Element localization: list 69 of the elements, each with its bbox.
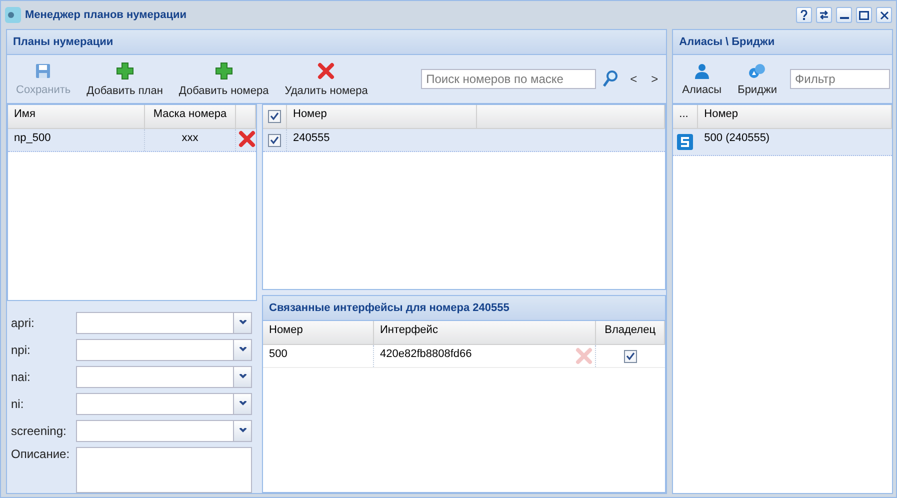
delete-icon bbox=[238, 130, 256, 148]
dropdown-field[interactable] bbox=[76, 312, 252, 334]
interface-row[interactable]: 500 420e82fb8808fd66 bbox=[263, 345, 666, 368]
panel-title: Связанные интерфейсы для номера 240555 bbox=[263, 296, 666, 321]
field-label: apri: bbox=[11, 316, 36, 330]
chevron-down-icon bbox=[238, 401, 246, 406]
field-label: nai: bbox=[11, 370, 32, 384]
checkbox[interactable] bbox=[268, 134, 281, 147]
checkbox[interactable] bbox=[268, 110, 281, 123]
dropdown-field[interactable] bbox=[76, 392, 252, 414]
column-header[interactable]: Интерфейс bbox=[374, 321, 596, 344]
plus-icon bbox=[116, 62, 134, 80]
dropdown-field[interactable] bbox=[76, 338, 252, 360]
column-header[interactable]: Номер bbox=[263, 321, 374, 344]
toolbar-button[interactable]: Алиасы bbox=[675, 58, 729, 100]
pager-button[interactable]: > bbox=[645, 70, 664, 88]
chevron-down-icon bbox=[238, 347, 246, 352]
dropdown-field[interactable] bbox=[76, 366, 252, 388]
column-header[interactable]: ... bbox=[673, 105, 698, 128]
field-label: npi: bbox=[11, 342, 32, 356]
table-cell: 420e82fb8808fd66 bbox=[380, 347, 472, 360]
help-button[interactable] bbox=[796, 7, 812, 23]
column-header[interactable]: Имя bbox=[8, 105, 145, 128]
chevron-down-icon bbox=[238, 320, 246, 325]
table-cell: xxx bbox=[182, 132, 198, 144]
table-cell: 240555 bbox=[293, 132, 330, 144]
field-label: ni: bbox=[11, 396, 25, 410]
maximize-icon bbox=[859, 10, 869, 20]
person-icon bbox=[694, 62, 710, 78]
panel-title: Алиасы \ Бриджи bbox=[673, 30, 892, 55]
toolbar-button[interactable]: Добавить план bbox=[80, 58, 170, 100]
field-label: Описание: bbox=[11, 447, 71, 461]
column-header[interactable]: Номер bbox=[698, 105, 892, 128]
toolbar-button[interactable]: Удалить номера bbox=[278, 58, 375, 100]
column-header[interactable]: Маска номера bbox=[145, 105, 236, 128]
table-cell: 500 (240555) bbox=[704, 132, 770, 144]
window-title: Менеджер планов нумерации bbox=[25, 9, 188, 21]
maximize-button[interactable] bbox=[856, 7, 872, 23]
help-icon bbox=[800, 10, 808, 20]
column-header[interactable]: Владелец bbox=[596, 321, 666, 344]
chevron-down-icon bbox=[238, 374, 246, 379]
refresh-button[interactable] bbox=[816, 7, 832, 23]
delete-icon bbox=[317, 62, 336, 80]
bridge-icon bbox=[748, 62, 766, 78]
table-cell: np_500 bbox=[14, 132, 51, 144]
pager-button[interactable]: < bbox=[624, 70, 644, 88]
minimize-icon bbox=[840, 17, 848, 19]
chevron-down-icon bbox=[238, 428, 246, 433]
field-label: screening: bbox=[11, 424, 68, 438]
close-icon bbox=[880, 10, 888, 20]
swap-arrows-icon bbox=[819, 10, 829, 20]
alias-row[interactable]: 500 (240555) bbox=[673, 129, 892, 156]
toolbar-button[interactable]: Бриджи bbox=[730, 58, 784, 100]
delete-icon bbox=[575, 347, 593, 365]
search-icon bbox=[602, 70, 618, 88]
description-field[interactable] bbox=[76, 447, 252, 493]
s-badge-icon bbox=[677, 134, 694, 150]
toolbar-button[interactable]: Добавить номера bbox=[172, 58, 276, 100]
checkbox[interactable] bbox=[624, 350, 637, 363]
number-row[interactable]: 240555 bbox=[263, 129, 666, 152]
search-field[interactable]: Поиск номеров по маске bbox=[421, 69, 596, 89]
table-cell: 500 bbox=[269, 348, 288, 360]
filter-field[interactable]: Фильтр bbox=[790, 69, 890, 89]
dropdown-field[interactable] bbox=[76, 420, 252, 442]
close-button[interactable] bbox=[876, 7, 892, 23]
panel-title: Планы нумерации bbox=[7, 30, 666, 55]
plus-icon bbox=[214, 62, 233, 80]
minimize-button[interactable] bbox=[836, 7, 852, 23]
plan-row[interactable]: np_500 xxx bbox=[8, 129, 256, 152]
